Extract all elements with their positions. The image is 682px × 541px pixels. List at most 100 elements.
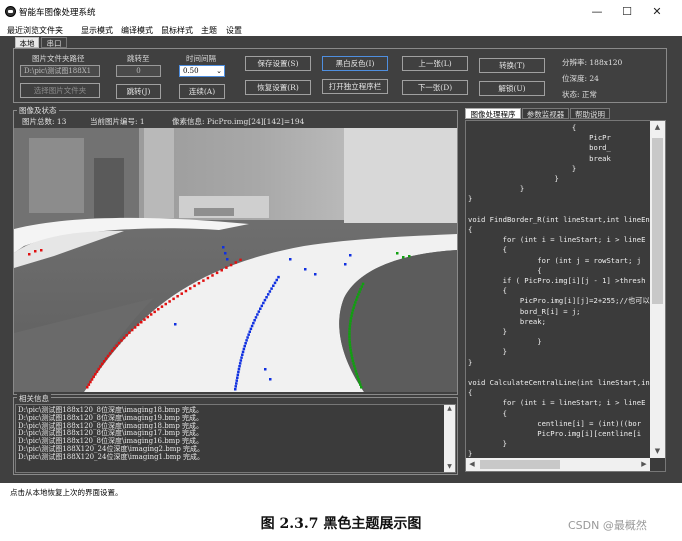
log-output[interactable]: D:\pic\测试图188x120_8位深度\imaging18.bmp 完成。… (15, 404, 456, 473)
left-border-point (97, 367, 100, 371)
center-line-point (234, 385, 237, 388)
left-border-point (99, 365, 102, 368)
right-border-point (396, 252, 399, 255)
left-border-point (120, 339, 123, 342)
left-border-point (117, 341, 121, 345)
close-button[interactable]: ✕ (642, 3, 672, 21)
state-text: 状态: 正常 (562, 90, 597, 99)
log-label: 相关信息 (17, 393, 51, 404)
tab-serial[interactable]: 串口 (41, 37, 67, 48)
left-border-point (108, 352, 112, 355)
menu-bar: 最近浏览文件夹 显示模式 编译模式 鼠标样式 主题 设置 (0, 23, 682, 36)
center-line-point (260, 304, 264, 308)
left-border-point (113, 347, 116, 350)
left-border-point (133, 326, 137, 329)
left-border-point (202, 279, 205, 282)
tab-image-program[interactable]: 图像处理程序 (465, 108, 521, 119)
scroll-down-icon[interactable]: ▼ (650, 445, 665, 458)
code-hscroll-thumb[interactable] (480, 460, 560, 469)
right-border-point (353, 364, 356, 368)
menu-compile-mode[interactable]: 编译模式 (121, 25, 153, 36)
camera-image[interactable] (14, 128, 457, 392)
right-border-point (348, 325, 352, 328)
code-line: { (468, 225, 473, 234)
left-border-point (197, 282, 201, 285)
center-line-point (234, 382, 238, 385)
tab-help[interactable]: 帮助说明 (570, 108, 610, 119)
right-border-point (349, 317, 353, 320)
center-line-point (247, 333, 250, 336)
menu-theme[interactable]: 主题 (201, 25, 217, 36)
menu-mouse-style[interactable]: 鼠标样式 (161, 25, 193, 36)
log-scroll-down-icon[interactable]: ▼ (444, 462, 455, 472)
code-scroll-thumb[interactable] (652, 138, 663, 304)
jump-input[interactable]: 0 (116, 65, 161, 77)
menu-display-mode[interactable]: 显示模式 (81, 25, 113, 36)
invert-color-button[interactable]: 黑白反色(I) (322, 56, 388, 71)
left-border-point (128, 331, 131, 334)
tab-param-monitor[interactable]: 参数监视器 (522, 108, 569, 119)
code-line: } (468, 163, 577, 173)
next-image-button[interactable]: 下一张(D) (402, 80, 468, 95)
save-settings-button[interactable]: 保存设置(S) (245, 56, 311, 71)
left-border-point (94, 373, 97, 376)
left-border-point (157, 308, 160, 311)
right-border-point (359, 287, 362, 291)
center-line-point (304, 268, 307, 271)
open-editor-button[interactable]: 打开独立程序栏 (322, 79, 388, 94)
right-border-point (352, 306, 355, 309)
scroll-right-icon[interactable]: ▶ (638, 458, 650, 471)
left-border-point (34, 250, 37, 253)
center-line-point (250, 324, 254, 328)
center-line-point (265, 296, 268, 299)
center-line-point (244, 342, 247, 345)
minimize-button[interactable]: — (582, 3, 612, 21)
maximize-button[interactable]: ☐ (612, 3, 642, 21)
right-border-point (348, 330, 351, 333)
scroll-left-icon[interactable]: ◀ (466, 458, 478, 471)
menu-recent-folders[interactable]: 最近浏览文件夹 (7, 25, 63, 36)
code-editor[interactable]: { PicPr bord_ break } } }} void FindBorde… (465, 120, 666, 472)
code-line: void FindBorder_R(int lineStart,int line… (468, 214, 650, 224)
log-scroll-up-icon[interactable]: ▲ (444, 404, 455, 414)
right-border-point (359, 383, 362, 386)
center-line-point (262, 301, 265, 305)
tab-local[interactable]: 本地 (15, 37, 39, 48)
watermark: CSDN @最概然 (568, 519, 647, 532)
code-line: } (468, 184, 525, 194)
left-border-point (102, 360, 106, 363)
left-border-point (215, 271, 219, 275)
left-border-point (225, 266, 228, 269)
left-border-point (28, 253, 31, 256)
code-line: } (468, 327, 507, 336)
right-border-point (348, 335, 351, 339)
right-border-point (357, 378, 360, 381)
right-border-point (348, 327, 351, 331)
center-line-point (238, 362, 242, 365)
menu-settings[interactable]: 设置 (226, 25, 242, 36)
unlock-button[interactable]: 解锁(U) (479, 81, 545, 96)
center-line-point (237, 370, 240, 374)
chevron-down-icon: ⌄ (216, 67, 222, 75)
jump-button[interactable]: 跳转(J) (116, 84, 161, 99)
left-border-point (90, 378, 94, 381)
right-border-point (349, 348, 352, 352)
convert-button[interactable]: 转换(T) (479, 58, 545, 73)
center-line-point (236, 376, 239, 379)
folder-path-field[interactable]: D:\pic\测试图188X1 (20, 65, 100, 77)
right-border-point (349, 319, 352, 323)
left-border-point (92, 375, 95, 379)
select-folder-button[interactable]: 选择图片文件夹 (20, 83, 100, 98)
center-line-point (235, 379, 239, 382)
center-line-point (224, 252, 227, 255)
center-line-point (226, 258, 229, 261)
prev-image-button[interactable]: 上一张(L) (402, 56, 468, 71)
code-line: { (468, 245, 507, 255)
center-line-point (268, 290, 272, 293)
left-border-point (106, 354, 110, 358)
interval-select[interactable]: 0.50 ⌄ (179, 65, 225, 77)
scroll-up-icon[interactable]: ▲ (650, 121, 665, 134)
restore-settings-button[interactable]: 恢复设置(R) (245, 80, 311, 95)
continuous-button[interactable]: 连续(A) (179, 84, 225, 99)
code-line: { (468, 408, 507, 418)
